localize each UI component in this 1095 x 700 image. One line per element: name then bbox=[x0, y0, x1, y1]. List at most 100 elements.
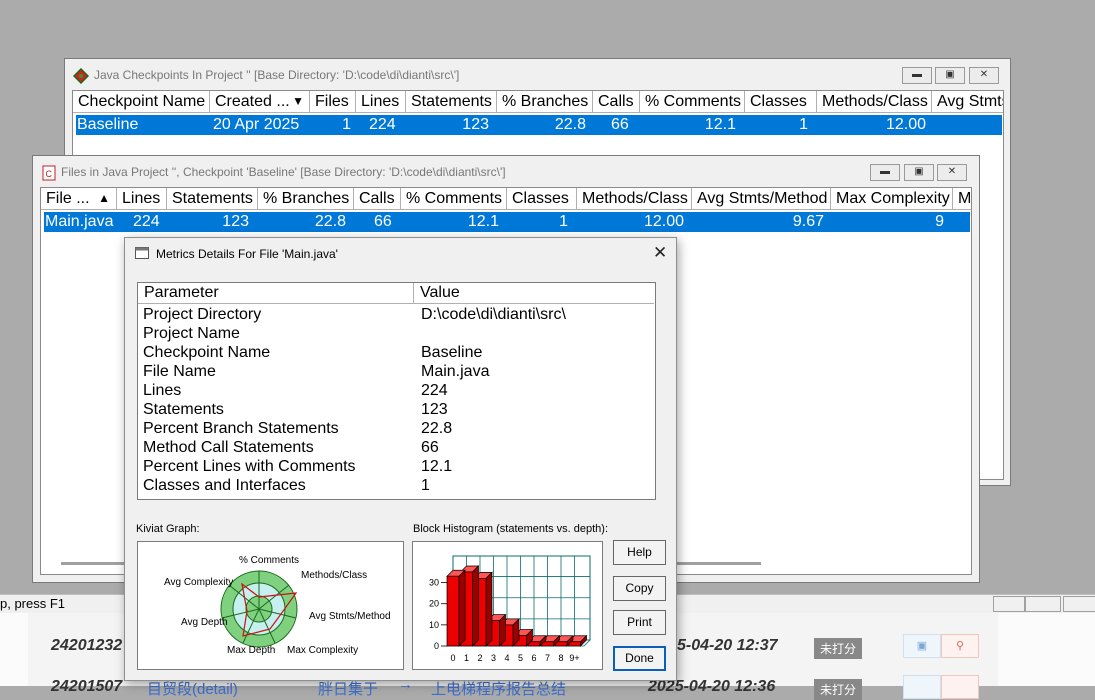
cell-calls: 66 bbox=[374, 213, 392, 230]
param-name: Project Name bbox=[143, 325, 240, 342]
param-value: 12.1 bbox=[421, 458, 453, 475]
help-button[interactable]: Help bbox=[613, 540, 666, 565]
param-value: 224 bbox=[421, 382, 448, 399]
histogram-xtick-label: 7 bbox=[545, 653, 550, 663]
col-classes[interactable]: Classes bbox=[507, 188, 577, 210]
col-files[interactable]: Files bbox=[310, 91, 356, 113]
param-name: Percent Branch Statements bbox=[143, 420, 339, 437]
col-calls[interactable]: Calls bbox=[593, 91, 640, 113]
histogram-xtick-label: 2 bbox=[477, 653, 482, 663]
bg-row-badge: 未打分 bbox=[814, 638, 863, 659]
param-col-header[interactable]: Parameter bbox=[138, 283, 414, 304]
col-max-complexity[interactable]: Max Complexity bbox=[831, 188, 953, 210]
cell-files: 1 bbox=[342, 116, 351, 133]
value-col-header[interactable]: Value bbox=[414, 283, 654, 304]
checkpoints-titlebar[interactable]: Java Checkpoints In Project '' [Base Dir… bbox=[65, 59, 1010, 89]
cell-methods-class: 12.00 bbox=[643, 213, 684, 230]
axis-label-max-depth: Max Depth bbox=[227, 645, 276, 656]
maximize-button[interactable]: ▣ bbox=[904, 164, 934, 181]
dialog-window-icon bbox=[135, 247, 149, 259]
status-pane-1 bbox=[993, 596, 1025, 612]
col-calls[interactable]: Calls bbox=[354, 188, 401, 210]
param-value: 123 bbox=[421, 401, 448, 418]
bg-row-mid2-2: 上电梯程序报告总结 bbox=[431, 681, 567, 698]
print-button[interactable]: Print bbox=[613, 610, 666, 635]
axis-label-comments: % Comments bbox=[239, 555, 300, 566]
metrics-dialog: Metrics Details For File 'Main.java' ✕ P… bbox=[124, 237, 677, 681]
block-histogram: 0 10 20 30 0 1 2 3 4 5 6 7 8 9+ bbox=[412, 541, 603, 670]
bg-search-icon[interactable]: ⚲ bbox=[941, 634, 979, 658]
col-methods-class[interactable]: Methods/Class bbox=[817, 91, 932, 113]
maximize-button[interactable]: ▣ bbox=[935, 67, 965, 84]
histogram-ytick-label: 20 bbox=[429, 599, 439, 609]
col-comments[interactable]: % Comments bbox=[640, 91, 745, 113]
bg-row-id: 24201232 bbox=[51, 637, 123, 654]
bg-search-icon-2[interactable] bbox=[941, 675, 979, 699]
axis-label-avg-depth: Avg Depth bbox=[181, 617, 228, 628]
histogram-ytick-label: 10 bbox=[429, 620, 439, 630]
sort-desc-icon: ▼ bbox=[292, 94, 304, 108]
histogram-bar-side bbox=[472, 565, 479, 647]
cell-calls: 66 bbox=[611, 116, 629, 133]
histogram-bar-side bbox=[458, 569, 466, 647]
param-value: Baseline bbox=[421, 344, 483, 361]
histogram-xtick-label: 9+ bbox=[569, 653, 579, 663]
bg-archive-icon-2[interactable] bbox=[903, 675, 941, 699]
col-created[interactable]: Created ... ▼ bbox=[210, 91, 310, 113]
col-file[interactable]: File ... ▲ bbox=[41, 188, 117, 210]
param-name: Percent Lines with Comments bbox=[143, 458, 356, 475]
cell-statements: 123 bbox=[222, 213, 249, 230]
col-lines[interactable]: Lines bbox=[356, 91, 406, 113]
files-titlebar[interactable]: C Files in Java Project '', Checkpoint '… bbox=[33, 156, 979, 186]
cell-max-complexity: 9 bbox=[935, 213, 944, 230]
param-value: 22.8 bbox=[421, 420, 453, 437]
col-more[interactable]: M bbox=[953, 188, 971, 210]
param-name: Lines bbox=[143, 382, 182, 399]
col-branches[interactable]: % Branches bbox=[497, 91, 593, 113]
copy-button[interactable]: Copy bbox=[613, 576, 666, 601]
col-statements[interactable]: Statements bbox=[167, 188, 258, 210]
sort-asc-icon: ▲ bbox=[98, 191, 110, 205]
files-title: Files in Java Project '', Checkpoint 'Ba… bbox=[61, 165, 506, 179]
cell-methods-class: 12.00 bbox=[885, 116, 926, 133]
minimize-button[interactable]: ▬ bbox=[870, 164, 900, 181]
table-row[interactable]: Main.java 224 123 22.8 66 12.1 1 12.00 9… bbox=[44, 212, 970, 232]
param-name: File Name bbox=[143, 363, 216, 380]
cell-avg-stmts: 9.67 bbox=[792, 213, 824, 230]
col-lines[interactable]: Lines bbox=[117, 188, 167, 210]
col-avg-stmts[interactable]: Avg Stmts bbox=[932, 91, 1003, 113]
param-name: Method Call Statements bbox=[143, 439, 314, 456]
cell-comments: 12.1 bbox=[467, 213, 499, 230]
close-button[interactable]: ✕ bbox=[937, 164, 967, 181]
histogram-bar bbox=[446, 575, 460, 647]
param-name: Checkpoint Name bbox=[143, 344, 271, 361]
col-checkpoint-name[interactable]: Checkpoint Name bbox=[73, 91, 210, 113]
cell-name: Baseline bbox=[77, 116, 139, 133]
param-value: 1 bbox=[421, 477, 430, 494]
col-classes[interactable]: Classes bbox=[745, 91, 817, 113]
col-avg-stmts-method[interactable]: Avg Stmts/Method bbox=[692, 188, 831, 210]
histogram-xtick-label: 8 bbox=[558, 653, 563, 663]
histogram-xtick-label: 6 bbox=[531, 653, 536, 663]
close-button[interactable]: ✕ bbox=[969, 67, 999, 84]
status-pane-2 bbox=[1025, 596, 1061, 612]
col-statements[interactable]: Statements bbox=[406, 91, 497, 113]
table-row[interactable]: Baseline 20 Apr 2025 1 224 123 22.8 66 1… bbox=[76, 115, 1002, 135]
done-button[interactable]: Done bbox=[613, 646, 666, 671]
col-comments[interactable]: % Comments bbox=[401, 188, 507, 210]
bg-archive-icon[interactable]: ▣ bbox=[903, 634, 941, 658]
cell-comments: 12.1 bbox=[704, 116, 736, 133]
java-file-icon: C bbox=[42, 165, 56, 181]
minimize-button[interactable]: ▬ bbox=[902, 67, 932, 84]
bg-row-badge-2: 未打分 bbox=[814, 679, 863, 700]
bg-row-id-2: 24201507 bbox=[51, 678, 123, 695]
col-methods-class[interactable]: Methods/Class bbox=[577, 188, 692, 210]
col-file-label: File ... bbox=[46, 190, 90, 207]
kiviat-label: Kiviat Graph: bbox=[136, 523, 200, 535]
app-diamond-icon bbox=[73, 68, 89, 84]
cell-lines: 224 bbox=[369, 116, 396, 133]
bg-row-link-2[interactable]: 目贸段(detail) bbox=[147, 678, 238, 699]
col-branches[interactable]: % Branches bbox=[258, 188, 354, 210]
dialog-close-icon[interactable]: ✕ bbox=[653, 243, 667, 263]
axis-label-max-complexity: Max Complexity bbox=[287, 645, 359, 656]
